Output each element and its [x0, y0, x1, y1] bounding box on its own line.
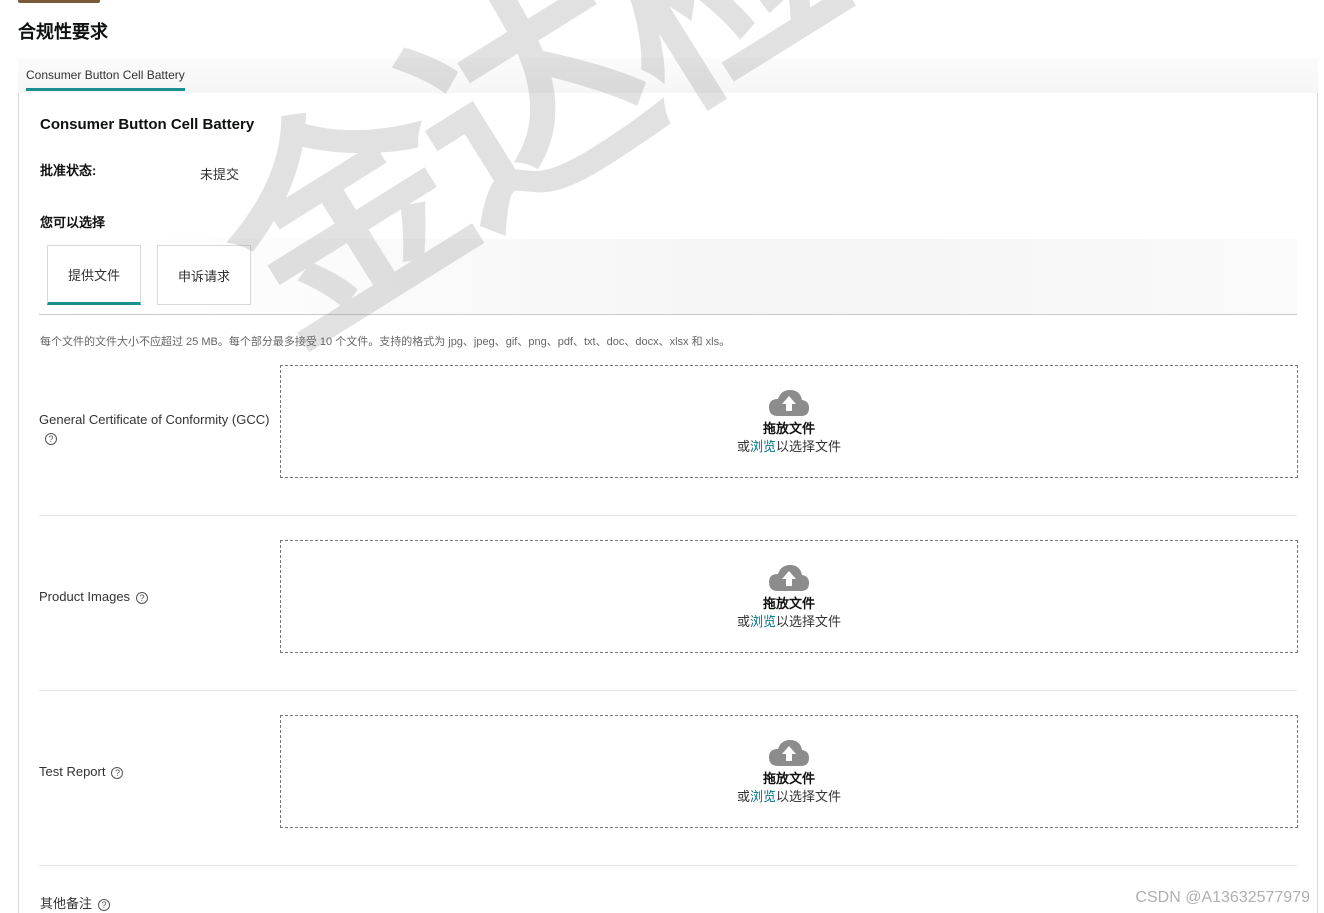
drop-suffix: 以选择文件: [776, 788, 842, 804]
help-circle-icon[interactable]: ?: [111, 766, 124, 779]
drop-subtitle: 或浏览以选择文件: [737, 613, 841, 631]
approval-status-value: 未提交: [200, 167, 240, 182]
page-title: 合规性要求: [18, 22, 108, 42]
option-tabs: 提供文件 申诉请求: [39, 239, 1297, 315]
upload-row-gcc: General Certificate of Conformity (GCC) …: [39, 358, 1298, 532]
dropzone-product-images[interactable]: 拖放文件 或浏览以选择文件: [280, 540, 1298, 653]
dropzone-gcc[interactable]: 拖放文件 或浏览以选择文件: [280, 365, 1298, 478]
choose-label: 您可以选择: [40, 215, 106, 230]
drop-prefix: 或: [736, 613, 750, 629]
compliance-panel: Consumer Button Cell Battery 批准状态: 未提交 您…: [18, 93, 1318, 913]
help-circle-icon[interactable]: ?: [45, 433, 57, 445]
other-notes-label: 其他备注?: [40, 893, 111, 912]
drop-suffix: 以选择文件: [776, 438, 842, 454]
category-title: Consumer Button Cell Battery: [40, 116, 255, 133]
logo-strip: [18, 0, 100, 3]
top-tab-bar: Consumer Button Cell Battery: [18, 58, 1318, 94]
tab-appeal-request[interactable]: 申诉请求: [157, 245, 251, 305]
notes-label-text: 其他备注: [40, 896, 93, 911]
tab-consumer-button-cell-battery[interactable]: Consumer Button Cell Battery: [26, 68, 185, 91]
field-label-gcc: General Certificate of Conformity (GCC) …: [39, 411, 269, 445]
drop-prefix: 或: [736, 788, 750, 804]
browse-link[interactable]: 浏览: [750, 439, 776, 454]
help-circle-icon[interactable]: ?: [98, 898, 111, 911]
row-divider: [39, 515, 1297, 516]
drop-title: 拖放文件: [762, 770, 815, 786]
drop-title: 拖放文件: [762, 420, 815, 436]
field-label-product-images: Product Images?: [39, 588, 149, 606]
drop-subtitle: 或浏览以选择文件: [737, 788, 841, 806]
drop-subtitle: 或浏览以选择文件: [737, 438, 841, 456]
dropzone-test-report[interactable]: 拖放文件 或浏览以选择文件: [280, 715, 1298, 828]
drop-suffix: 以选择文件: [776, 613, 842, 629]
drop-title: 拖放文件: [762, 595, 815, 611]
upload-row-test-report: Test Report? 拖放文件 或浏览以选择文件: [39, 708, 1298, 882]
row-divider: [39, 865, 1297, 866]
help-circle-icon[interactable]: ?: [136, 591, 149, 604]
tab-provide-files[interactable]: 提供文件: [47, 245, 141, 305]
upload-row-product-images: Product Images? 拖放文件 或浏览以选择文件: [39, 533, 1298, 707]
cloud-upload-icon: [769, 739, 809, 766]
approval-status-label: 批准状态:: [40, 163, 97, 178]
browse-link[interactable]: 浏览: [750, 789, 776, 804]
drop-prefix: 或: [736, 438, 750, 454]
field-label-text: Test Report: [39, 764, 106, 779]
cloud-upload-icon: [769, 389, 809, 416]
page: 合规性要求 Consumer Button Cell Battery Consu…: [0, 0, 1324, 913]
file-size-hint: 每个文件的文件大小不应超过 25 MB。每个部分最多接受 10 个文件。支持的格…: [40, 336, 731, 348]
credit-text: CSDN @A13632577979: [1135, 889, 1310, 906]
row-divider: [39, 690, 1297, 691]
field-label-text: Product Images: [39, 589, 131, 604]
field-label-test-report: Test Report?: [39, 763, 124, 781]
browse-link[interactable]: 浏览: [750, 614, 776, 629]
field-label-text: General Certificate of Conformity (GCC): [39, 412, 270, 427]
cloud-upload-icon: [769, 564, 809, 591]
